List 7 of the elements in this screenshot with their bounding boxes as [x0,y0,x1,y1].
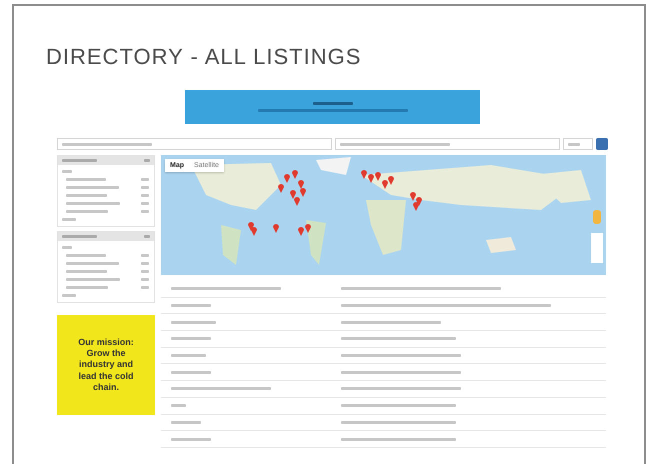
mission-heading: Our mission: [78,336,134,348]
mission-text: Grow the industry and lead the cold chain. [77,348,134,394]
search-field[interactable] [57,138,332,150]
location-field[interactable] [335,138,560,150]
search-button[interactable] [596,138,608,150]
radius-select[interactable] [563,138,593,150]
page-title: DIRECTORY - ALL LISTINGS [46,44,362,70]
